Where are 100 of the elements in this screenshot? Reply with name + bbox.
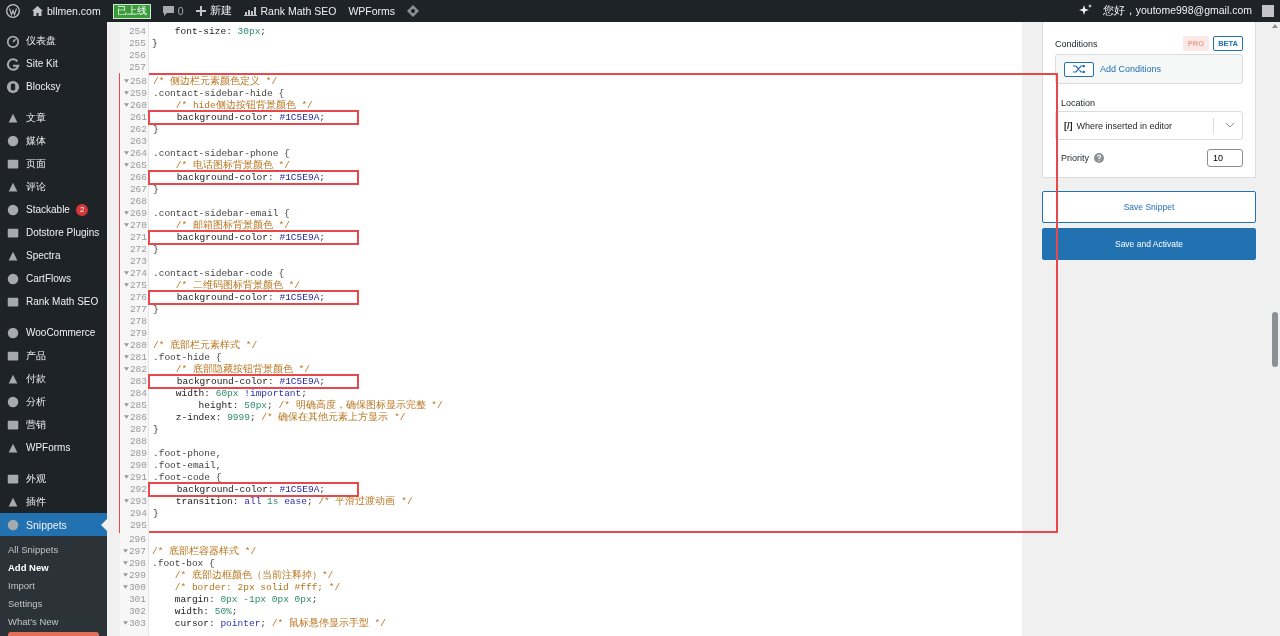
line-number: 296 xyxy=(128,533,147,545)
sidebar-item[interactable]: 评论 xyxy=(0,175,107,198)
code-line: cursor: pointer; /* 鼠标悬停显示手型 */ xyxy=(173,616,386,630)
submenu-item[interactable]: Settings xyxy=(0,594,107,612)
line-number: 284 xyxy=(129,387,148,399)
line-number: 278 xyxy=(129,315,148,327)
submenu-item[interactable]: Import xyxy=(0,576,107,594)
line-number: 303 xyxy=(128,617,147,629)
add-conditions-link[interactable]: Add Conditions xyxy=(1100,64,1162,74)
line-number: 286 xyxy=(129,411,148,423)
line-number: 275 xyxy=(129,279,148,291)
sidebar-item[interactable]: 媒体 xyxy=(0,129,107,152)
line-number: 273 xyxy=(129,255,148,267)
priority-field[interactable]: 10 xyxy=(1207,149,1243,167)
line-number: 262 xyxy=(129,123,148,135)
line-number: 291 xyxy=(129,471,148,483)
priority-label: Priority xyxy=(1061,153,1089,163)
sidebar-item[interactable]: 文章 xyxy=(0,106,107,129)
save-activate-button[interactable]: Save and Activate xyxy=(1042,228,1256,260)
sidebar-item[interactable]: Spectra xyxy=(0,244,107,267)
code-line: margin: 0px -1px 0px 0px; xyxy=(173,593,318,605)
greeting-link[interactable]: 您好，youtome998@gmail.com xyxy=(1102,4,1252,18)
code-line: .contact-sidebar-phone { xyxy=(152,147,290,159)
line-number: 268 xyxy=(129,195,148,207)
site-name-link[interactable]: bllmen.com xyxy=(47,5,101,17)
comment-count: 0 xyxy=(177,5,184,17)
sidebar-item[interactable]: Stackable 2 xyxy=(0,198,107,221)
code-line: } xyxy=(152,123,159,135)
sidebar-item[interactable]: 仪表盘 xyxy=(0,29,107,52)
line-number: 256 xyxy=(128,49,147,61)
code-line: .contact-sidebar-email { xyxy=(152,207,290,219)
code-line: /* 电话图标背景颜色 */ xyxy=(174,158,290,172)
line-number: 297 xyxy=(128,545,147,557)
code-line: } xyxy=(152,507,159,519)
code-line: transition: all 1s ease; /* 平滑过渡动画 */ xyxy=(174,494,413,508)
sidebar-item[interactable]: Rank Math SEO xyxy=(0,290,107,313)
submenu-item[interactable]: What's New xyxy=(0,612,107,630)
line-number: 293 xyxy=(129,495,148,507)
code-line: .contact-sidebar-code { xyxy=(152,267,285,279)
line-number: 290 xyxy=(129,459,148,471)
code-line: /* 邮箱图标背景颜色 */ xyxy=(174,218,290,232)
code-line: /* 底部边框颜色（当前注释掉）*/ xyxy=(173,568,334,582)
line-number: 261 xyxy=(129,111,148,123)
line-number: 289 xyxy=(129,447,148,459)
sidebar-item[interactable]: 付款 xyxy=(0,367,107,390)
sidebar-item[interactable]: 分析 xyxy=(0,390,107,413)
line-number: 287 xyxy=(129,423,148,435)
code-line: z-index: 9999; /* 确保在其他元素上方显示 */ xyxy=(174,410,406,424)
code-line: /* 二维码图标背景颜色 */ xyxy=(174,278,300,292)
sidebar-item[interactable]: Blocksy xyxy=(0,75,107,98)
line-number: 264 xyxy=(129,147,148,159)
sidebar-item[interactable]: WPForms xyxy=(0,436,107,459)
sidebar-item[interactable]: CartFlows xyxy=(0,267,107,290)
save-button[interactable]: Save Snippet xyxy=(1042,191,1256,223)
location-select[interactable]: [/] Where inserted in editor xyxy=(1055,111,1243,140)
toolbar-link[interactable]: WPForms xyxy=(348,5,396,17)
submenu-item[interactable]: All Snippets xyxy=(0,540,107,558)
count-badge: 2 xyxy=(75,203,89,216)
line-number: 279 xyxy=(129,327,148,339)
code-line: font-size: 30px; xyxy=(173,25,267,37)
submenu-item[interactable]: Add New xyxy=(0,558,107,576)
line-number: 258 xyxy=(129,75,148,87)
sidebar-item[interactable]: Site Kit xyxy=(0,52,107,75)
toolbar-link[interactable]: Rank Math SEO xyxy=(260,5,337,17)
sidebar-item[interactable]: Dotstore Plugins xyxy=(0,221,107,244)
sidebar-item[interactable]: Snippets xyxy=(0,513,107,536)
line-number: 255 xyxy=(128,37,147,49)
line-number: 276 xyxy=(129,291,148,303)
code-line: .contact-sidebar-hide { xyxy=(152,87,285,99)
code-line: width: 50%; xyxy=(173,605,238,617)
line-number: 263 xyxy=(129,135,148,147)
line-number: 282 xyxy=(129,363,148,375)
code-line: } xyxy=(152,423,159,435)
sidebar-item[interactable]: 页面 xyxy=(0,152,107,175)
code-line: /* border: 2px solid #fff; */ xyxy=(173,581,341,593)
line-number: 292 xyxy=(129,483,148,495)
sidebar-item[interactable]: 插件 xyxy=(0,490,107,513)
conditions-label: Conditions xyxy=(1055,38,1098,49)
line-number: 294 xyxy=(129,507,148,519)
code-line: /* 底部栏元素样式 */ xyxy=(152,338,258,352)
code-line: .foot-code { xyxy=(152,471,222,483)
new-link[interactable]: 新建 xyxy=(209,4,232,18)
sidebar-item[interactable]: 营销 xyxy=(0,413,107,436)
line-number: 285 xyxy=(129,399,148,411)
code-line: /* 底部栏容器样式 */ xyxy=(151,544,257,558)
location-label: Location xyxy=(1061,98,1097,108)
line-number: 283 xyxy=(129,375,148,387)
code-line: .foot-box { xyxy=(151,557,215,569)
line-number: 259 xyxy=(129,87,148,99)
code-line: background-color: #1C5E9A; xyxy=(150,111,357,123)
sidebar-item[interactable]: 外观 xyxy=(0,467,107,490)
code-line: background-color: #1C5E9A; xyxy=(150,375,357,387)
sidebar-item[interactable]: 产品 xyxy=(0,344,107,367)
sidebar-item[interactable]: WooCommerce xyxy=(0,321,107,344)
line-number: 254 xyxy=(128,25,147,37)
line-number: 266 xyxy=(129,171,148,183)
line-number: 272 xyxy=(129,243,148,255)
line-number: 299 xyxy=(128,569,147,581)
line-number: 257 xyxy=(128,61,147,73)
line-number: 300 xyxy=(128,581,147,593)
